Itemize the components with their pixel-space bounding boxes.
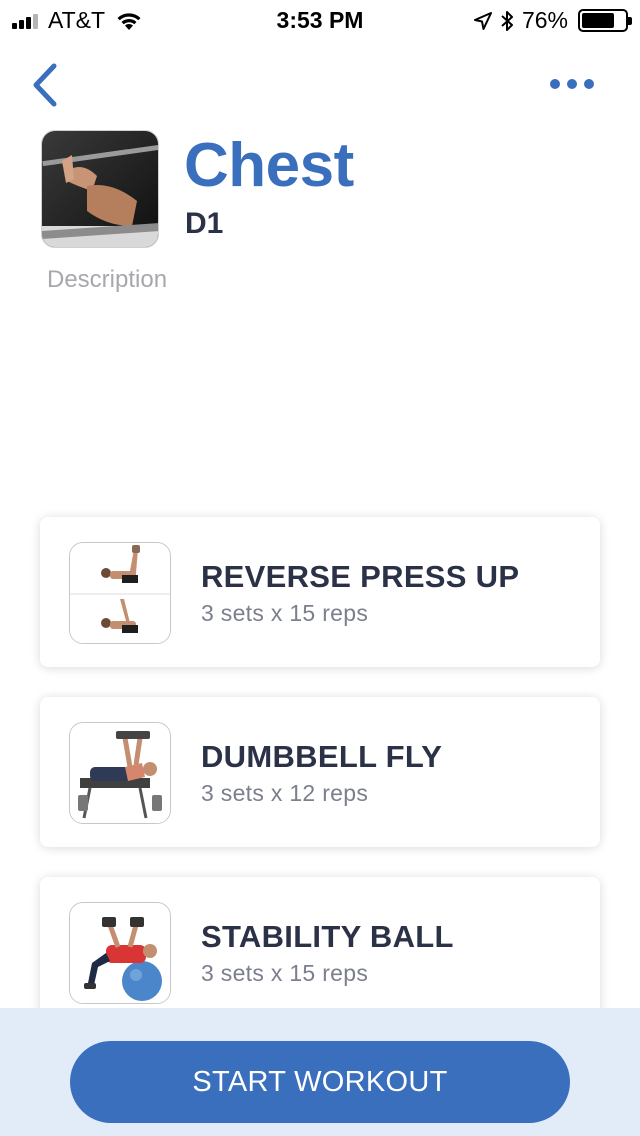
ellipsis-horizontal-icon [550,79,594,89]
location-arrow-icon [473,11,492,30]
exercise-sets-reps: 3 sets x 15 reps [201,600,369,626]
exercise-name: DUMBBELL FLY [201,739,443,774]
chevron-left-icon [33,63,57,107]
battery-percent: 76% [521,7,568,33]
exercise-card[interactable]: REVERSE PRESS UP 3 sets x 15 reps [40,517,600,667]
bottom-action-bar: START WORKOUT [0,1008,640,1136]
page-title: Chest [184,131,354,200]
exercise-thumbnail [69,902,171,1004]
exercise-sets-reps: 3 sets x 15 reps [201,960,369,986]
exercise-card[interactable]: DUMBBELL FLY 3 sets x 12 reps [40,697,600,847]
workout-thumbnail [41,130,159,248]
bluetooth-icon [501,10,513,31]
back-button[interactable] [26,60,70,110]
exercise-name: REVERSE PRESS UP [201,559,520,594]
exercise-sets-reps: 3 sets x 12 reps [201,780,369,806]
battery-icon [578,9,632,32]
description-field[interactable]: Description [47,266,167,294]
exercise-name: STABILITY BALL [201,919,454,954]
exercise-thumbnail [69,542,171,644]
exercise-card[interactable]: STABILITY BALL 3 sets x 15 reps [40,877,600,1027]
status-bar: AT&T 3:53 PM 76% [0,0,640,40]
start-workout-button[interactable]: START WORKOUT [70,1041,570,1123]
more-options-button[interactable] [542,70,602,100]
workout-detail-screen: AT&T 3:53 PM 76% Chest D1 Description RE… [0,0,640,1136]
status-right: 76% [473,7,632,34]
page-subtitle: D1 [185,207,224,240]
exercise-thumbnail [69,722,171,824]
